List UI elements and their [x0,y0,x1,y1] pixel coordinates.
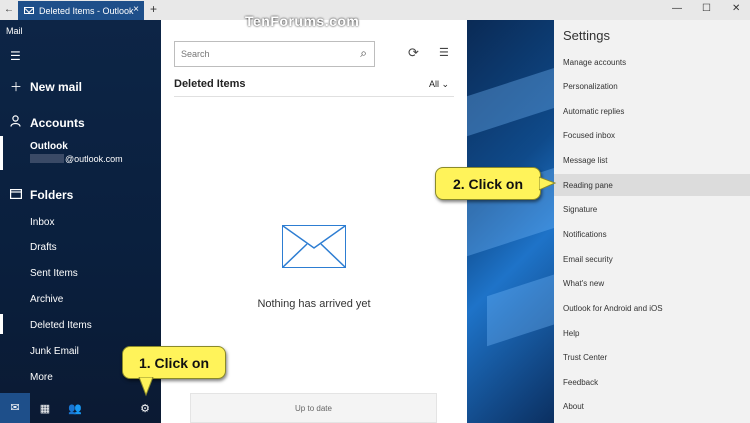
sync-status: Up to date [190,393,437,423]
folder-more[interactable]: More [30,372,53,383]
selection-mode-icon[interactable]: ☰ [439,46,449,59]
folder-drafts[interactable]: Drafts [30,242,57,253]
sync-icon[interactable]: ⟳ [408,45,419,61]
folder-title: Deleted Items [174,78,246,90]
mail-icon[interactable]: ✉ [0,393,30,423]
search-icon[interactable]: ⌕ [360,46,367,61]
title-bar: ← Deleted Items - Outlook × + — ☐ ✕ [0,0,750,20]
new-mail-button[interactable]: ＋ New mail [10,78,82,95]
settings-item-feedback[interactable]: Feedback [563,378,598,387]
settings-item-personalization[interactable]: Personalization [563,82,618,91]
account-email: @outlook.com [30,154,123,164]
settings-item-notifications[interactable]: Notifications [563,230,607,239]
settings-item-focused-inbox[interactable]: Focused inbox [563,131,615,140]
close-tab-icon[interactable]: × [133,4,139,15]
people-icon[interactable]: 👥 [60,402,90,415]
settings-title: Settings [563,28,610,43]
account-name[interactable]: Outlook [30,141,68,152]
settings-item-manage-accounts[interactable]: Manage accounts [563,58,626,67]
app-label: Mail [6,26,23,36]
mail-icon [24,7,34,14]
plus-icon: ＋ [10,80,23,94]
minimize-button[interactable]: — [672,3,682,14]
folder-sent-items[interactable]: Sent Items [30,268,78,279]
callout-step-1: 1. Click on [122,346,226,379]
folder-inbox[interactable]: Inbox [30,217,54,228]
callout-step-2: 2. Click on [435,167,541,200]
maximize-button[interactable]: ☐ [702,3,711,14]
settings-item-about[interactable]: About [563,402,584,411]
search-placeholder: Search [181,49,210,59]
settings-item-outlook-mobile[interactable]: Outlook for Android and iOS [563,304,663,313]
back-icon[interactable]: ← [4,4,14,15]
light-beam [487,263,554,347]
reading-pane-background [467,20,554,423]
folder-icon [10,188,24,202]
divider [174,96,454,97]
accounts-label: Accounts [30,115,85,130]
account-selected-indicator [0,136,3,170]
envelope-icon [282,225,346,268]
folders-label: Folders [30,188,74,202]
callout-step-2-pointer [539,176,557,191]
gear-icon[interactable]: ⚙ [130,402,160,415]
folders-heading[interactable]: Folders [10,188,73,202]
folder-junk-email[interactable]: Junk Email [30,346,79,357]
folder-archive[interactable]: Archive [30,294,63,305]
callout-step-1-pointer [138,377,154,397]
folder-selected-indicator [0,314,3,334]
settings-item-whats-new[interactable]: What's new [563,279,604,288]
filter-dropdown[interactable]: All ⌄ [429,79,449,90]
chevron-down-icon: ⌄ [441,79,450,89]
calendar-icon[interactable]: ▦ [30,402,60,415]
search-input[interactable]: Search ⌕ [174,41,375,67]
settings-panel: Settings Manage accounts Personalization… [554,20,750,423]
settings-item-trust-center[interactable]: Trust Center [563,353,607,362]
close-window-button[interactable]: ✕ [732,3,740,14]
nav-bottom-bar: ✉ ▦ 👥 ⚙ [0,393,161,423]
settings-item-email-security[interactable]: Email security [563,255,613,264]
settings-item-signature[interactable]: Signature [563,205,597,214]
hamburger-icon[interactable]: ☰ [10,49,21,63]
browser-tab[interactable]: Deleted Items - Outlook × [18,1,144,20]
light-beam [467,60,554,140]
settings-item-automatic-replies[interactable]: Automatic replies [563,107,624,116]
settings-item-reading-pane[interactable]: Reading pane [563,181,613,190]
watermark: TenForums.com [245,13,360,29]
accounts-heading[interactable]: Accounts [10,115,85,130]
settings-item-help[interactable]: Help [563,329,579,338]
person-icon [10,115,24,130]
new-mail-label: New mail [30,79,83,94]
empty-state-message: Nothing has arrived yet [257,298,371,310]
settings-item-message-list[interactable]: Message list [563,156,607,165]
folder-deleted-items[interactable]: Deleted Items [30,320,92,331]
new-tab-button[interactable]: + [150,2,157,16]
redacted-email [30,154,64,163]
tab-title: Deleted Items - Outlook [39,5,134,16]
